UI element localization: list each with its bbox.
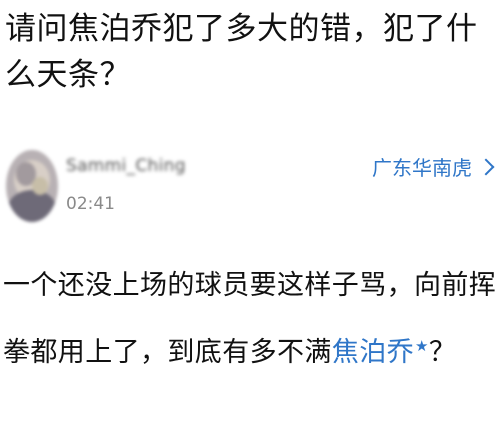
answer-body: 一个还没上场的球员要这样子骂，向前挥拳都用上了，到底有多不满焦泊乔★？ [3,256,497,383]
post-timestamp: 02:41 [66,194,115,214]
topic-link[interactable]: 广东华南虎 [372,152,495,181]
star-icon: ★ [415,337,429,355]
question-title: 请问焦泊乔犯了多大的错，犯了什么天条？ [5,11,478,93]
answer-text-end: ？ [428,337,457,368]
mention-link[interactable]: 焦泊乔 [332,337,414,368]
chevron-right-icon [477,158,495,175]
topic-label: 广东华南虎 [372,156,472,180]
author-username[interactable]: Sammi_Ching [66,156,186,176]
avatar[interactable] [6,150,58,222]
author-row: Sammi_Ching 02:41 广东华南虎 [0,148,500,228]
